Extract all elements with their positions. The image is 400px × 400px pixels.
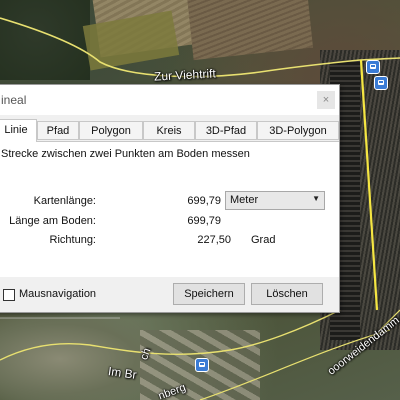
ruler-dialog: ineal × Linie Pfad Polygon Kreis 3D-Pfad… — [0, 84, 340, 313]
train-station-icon[interactable] — [374, 76, 388, 90]
chevron-down-icon: ▼ — [312, 194, 320, 203]
save-button[interactable]: Speichern — [173, 283, 245, 305]
map-length-value: 699,79 — [187, 195, 221, 207]
train-station-icon[interactable] — [366, 60, 380, 74]
ground-length-label: Länge am Boden: — [9, 215, 96, 227]
unit-select-value: Meter — [230, 194, 259, 206]
tab-linie[interactable]: Linie — [0, 119, 37, 142]
measure-line — [359, 59, 379, 311]
mouse-navigation-label: Mausnavigation — [19, 288, 97, 300]
map-length-label: Kartenlänge: — [33, 195, 96, 207]
tab-3d-pfad[interactable]: 3D-Pfad — [195, 121, 257, 140]
train-station-icon[interactable] — [195, 358, 209, 372]
tab-polygon[interactable]: Polygon — [79, 121, 143, 140]
description-text: Strecke zwischen zwei Punkten am Boden m… — [1, 148, 250, 160]
mouse-navigation-checkbox[interactable] — [3, 289, 15, 301]
tab-pfad[interactable]: Pfad — [37, 121, 79, 140]
heading-label: Richtung: — [49, 234, 96, 246]
unit-select[interactable]: Meter ▼ — [225, 191, 325, 210]
heading-value: 227,50 — [197, 234, 231, 246]
delete-button[interactable]: Löschen — [251, 283, 323, 305]
dialog-title: ineal — [1, 93, 27, 107]
tab-bar: Linie Pfad Polygon Kreis 3D-Pfad 3D-Poly… — [0, 119, 339, 142]
ground-length-value: 699,79 — [187, 215, 221, 227]
tab-panel: Strecke zwischen zwei Punkten am Boden m… — [0, 141, 339, 277]
heading-unit: Grad — [251, 234, 276, 246]
dialog-titlebar[interactable]: ineal × — [0, 85, 339, 115]
tab-3d-polygon[interactable]: 3D-Polygon — [257, 121, 339, 140]
close-button[interactable]: × — [317, 91, 335, 109]
tab-kreis[interactable]: Kreis — [143, 121, 195, 140]
